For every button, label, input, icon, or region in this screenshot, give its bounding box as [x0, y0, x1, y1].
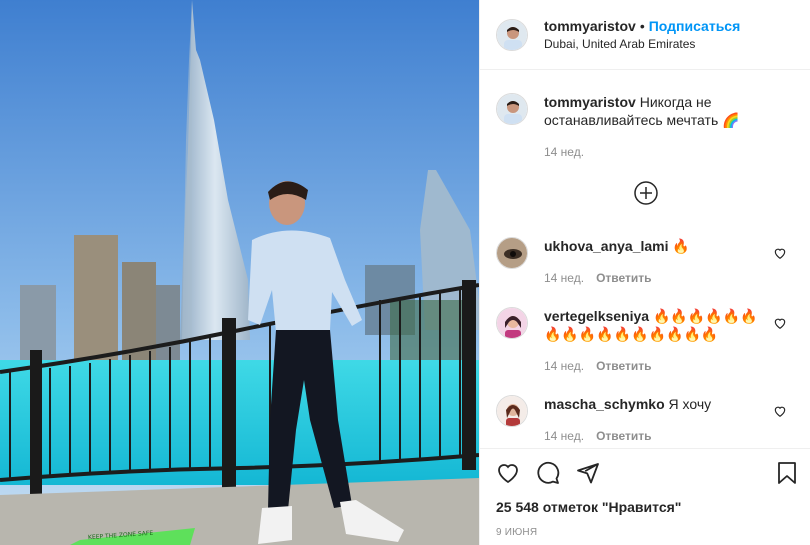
header-text: tommyaristov • Подписаться Dubai, United A…: [544, 17, 740, 53]
load-more-comments-icon[interactable]: [634, 181, 658, 205]
header-separator: •: [639, 17, 645, 34]
comment-time[interactable]: 14 нед.: [544, 359, 584, 373]
like-comment-icon[interactable]: [773, 404, 787, 418]
comment-item: vertegelkseniya 🔥🔥🔥🔥🔥🔥🔥🔥🔥🔥🔥🔥🔥🔥🔥🔥 14 нед.…: [496, 307, 795, 373]
action-bar: [480, 449, 810, 497]
like-comment-icon[interactable]: [773, 316, 787, 330]
comment-username[interactable]: vertegelkseniya: [544, 308, 649, 324]
comment-body: vertegelkseniya 🔥🔥🔥🔥🔥🔥🔥🔥🔥🔥🔥🔥🔥🔥🔥🔥 14 нед.…: [544, 307, 774, 373]
caption: tommyaristov Никогда не останавливайтесь…: [496, 93, 795, 159]
post-header: tommyaristov • Подписаться Dubai, United A…: [480, 0, 810, 70]
caption-avatar[interactable]: [496, 93, 528, 125]
reply-button[interactable]: Ответить: [596, 429, 651, 443]
instagram-post: KEEP THE ZONE SAFE tommyaristov • Подписат…: [0, 0, 810, 545]
follow-button[interactable]: Подписаться: [649, 18, 741, 34]
caption-body: tommyaristov Никогда не останавливайтесь…: [544, 93, 774, 159]
reply-button[interactable]: Ответить: [596, 271, 651, 285]
post-location[interactable]: Dubai, United Arab Emirates: [544, 35, 740, 53]
comment-bubble-icon[interactable]: [536, 461, 560, 485]
photo-illustration: [0, 0, 479, 545]
comment-body: mascha_schymko Я хочу 14 нед. Ответить: [544, 395, 774, 443]
commenter-avatar[interactable]: [496, 237, 528, 269]
share-paper-plane-icon[interactable]: [576, 461, 600, 485]
like-comment-icon[interactable]: [773, 246, 787, 260]
comment-text: Я хочу: [668, 396, 712, 412]
comment-item: mascha_schymko Я хочу 14 нед. Ответить: [496, 395, 795, 443]
caption-username[interactable]: tommyaristov: [544, 94, 636, 110]
comment-username[interactable]: ukhova_anya_lami: [544, 238, 669, 254]
comment-username[interactable]: mascha_schymko: [544, 396, 665, 412]
comments-section[interactable]: tommyaristov Никогда не останавливайтесь…: [480, 71, 810, 448]
post-photo[interactable]: KEEP THE ZONE SAFE: [0, 0, 479, 545]
author-username[interactable]: tommyaristov: [544, 18, 636, 34]
author-avatar[interactable]: [496, 18, 528, 51]
comment-body: ukhova_anya_lami 🔥 14 нед. Ответить: [544, 237, 774, 285]
like-heart-icon[interactable]: [496, 461, 520, 485]
likes-count[interactable]: 25 548 отметок "Нравится": [480, 499, 810, 515]
comment-time[interactable]: 14 нед.: [544, 271, 584, 285]
save-bookmark-icon[interactable]: [775, 461, 799, 485]
reply-button[interactable]: Ответить: [596, 359, 651, 373]
caption-time[interactable]: 14 нед.: [544, 145, 584, 159]
post-date[interactable]: 9 ИЮНЯ: [480, 527, 810, 538]
commenter-avatar[interactable]: [496, 395, 528, 427]
post-actions: 25 548 отметок "Нравится" 9 ИЮНЯ: [480, 448, 810, 538]
post-details-panel: tommyaristov • Подписаться Dubai, United A…: [479, 0, 810, 545]
comment-item: ukhova_anya_lami 🔥 14 нед. Ответить: [496, 237, 795, 285]
comment-text: 🔥: [672, 238, 690, 254]
commenter-avatar[interactable]: [496, 307, 528, 339]
comment-time[interactable]: 14 нед.: [544, 429, 584, 443]
